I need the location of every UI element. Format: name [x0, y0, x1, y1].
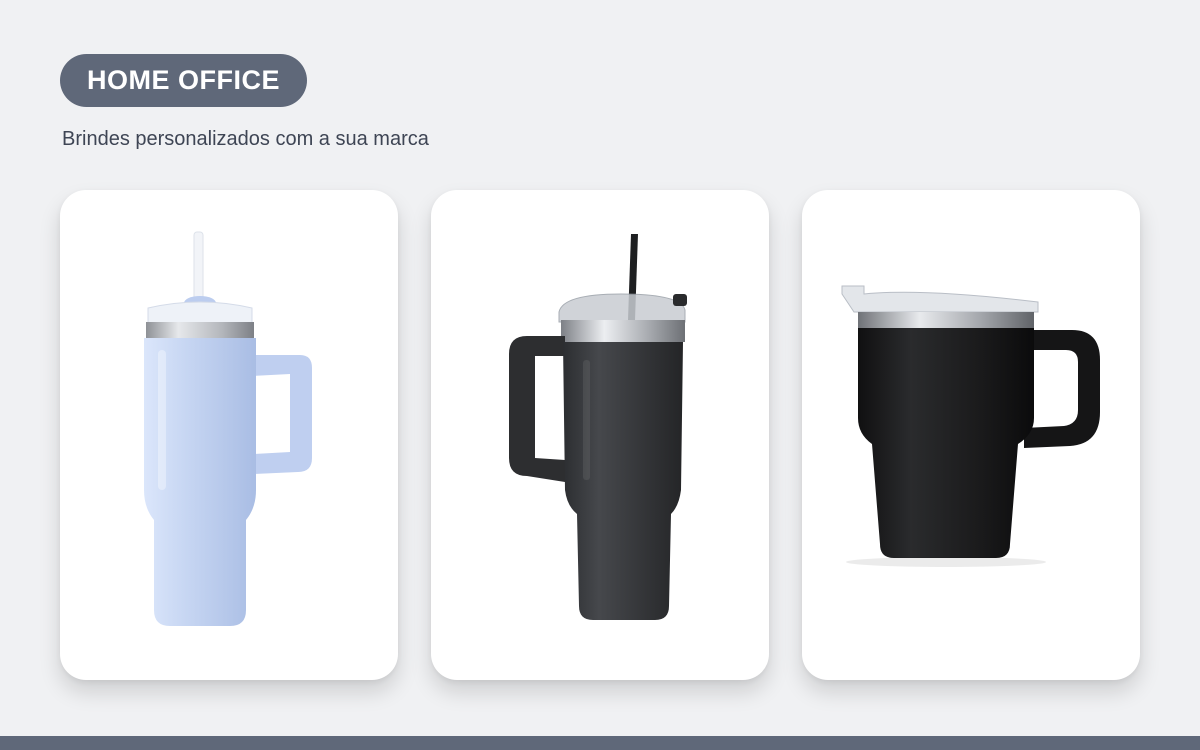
product-image-black-tumbler [509, 234, 687, 620]
section-badge-label: HOME OFFICE [87, 65, 280, 95]
product-image-light-blue-tumbler [144, 231, 312, 626]
product-card-1[interactable] [60, 190, 398, 680]
product-card-2[interactable] [431, 190, 769, 680]
section-subtitle: Brindes personalizados com a sua marca [62, 128, 429, 150]
product-image-black-mug [841, 285, 1100, 567]
footer-bar [0, 736, 1200, 750]
section-badge: HOME OFFICE [60, 54, 307, 107]
product-card-3[interactable] [802, 190, 1140, 680]
